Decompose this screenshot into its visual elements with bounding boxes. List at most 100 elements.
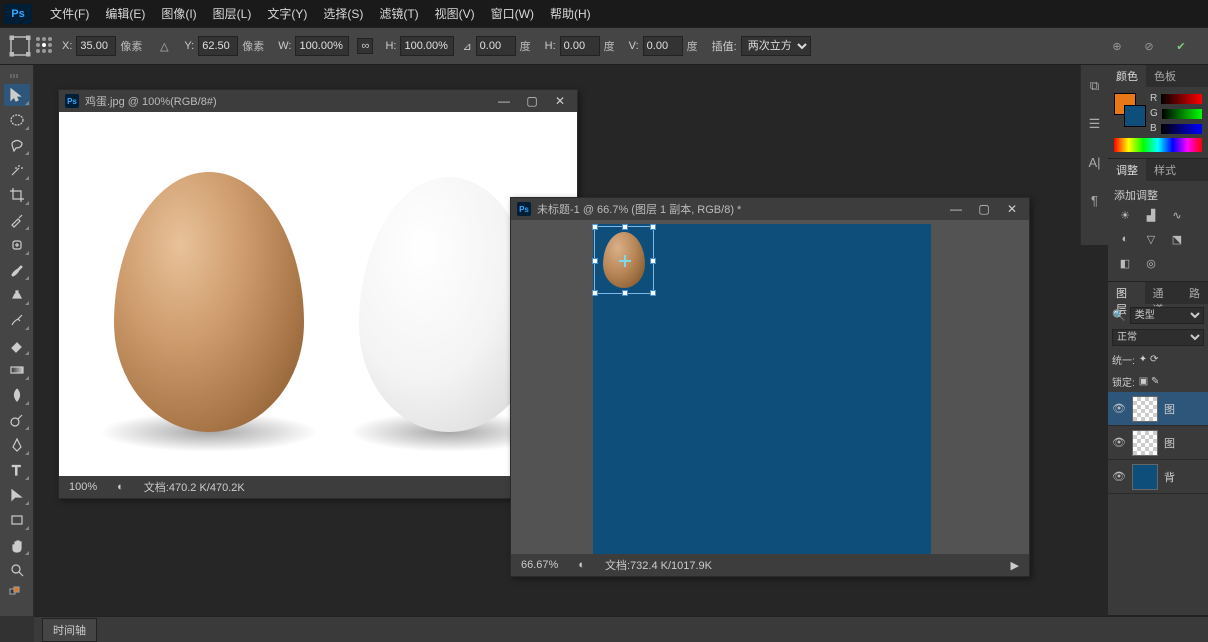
layer-row[interactable]: 👁 图 bbox=[1108, 426, 1208, 460]
zoom-value[interactable]: 100% bbox=[69, 481, 97, 493]
layer-filter-select[interactable]: 类型 bbox=[1130, 307, 1204, 324]
layer-row[interactable]: 👁 背 bbox=[1108, 460, 1208, 494]
skew-h-input[interactable] bbox=[560, 36, 600, 56]
w-input[interactable] bbox=[295, 36, 349, 56]
tab-channels[interactable]: 通道 bbox=[1145, 282, 1182, 304]
pen-tool[interactable] bbox=[4, 434, 30, 456]
reference-point-grid[interactable] bbox=[36, 37, 54, 55]
transform-bounding-box[interactable] bbox=[594, 226, 654, 294]
menu-view[interactable]: 视图(V) bbox=[427, 1, 483, 26]
angle-input[interactable] bbox=[476, 36, 516, 56]
curves-icon[interactable]: ∿ bbox=[1168, 207, 1186, 223]
path-selection-tool[interactable] bbox=[4, 484, 30, 506]
layer-thumb[interactable] bbox=[1132, 396, 1158, 422]
toolbox-grip[interactable] bbox=[10, 74, 24, 78]
handle-n[interactable] bbox=[622, 224, 628, 230]
skew-v-input[interactable] bbox=[643, 36, 683, 56]
canvas-untitled[interactable] bbox=[511, 220, 1029, 554]
menu-window[interactable]: 窗口(W) bbox=[483, 1, 542, 26]
maximize-button[interactable]: ▢ bbox=[521, 93, 543, 109]
lock-icons[interactable]: ▣ ✎ bbox=[1139, 376, 1160, 387]
gradient-tool[interactable] bbox=[4, 359, 30, 381]
layer-thumb[interactable] bbox=[1132, 430, 1158, 456]
shape-tool[interactable] bbox=[4, 509, 30, 531]
tab-color[interactable]: 颜色 bbox=[1108, 65, 1146, 87]
minimize-button[interactable]: — bbox=[493, 93, 515, 109]
tab-styles[interactable]: 样式 bbox=[1146, 159, 1184, 181]
eyedropper-tool[interactable] bbox=[4, 209, 30, 231]
handle-ne[interactable] bbox=[650, 224, 656, 230]
visibility-icon[interactable]: 👁 bbox=[1112, 436, 1126, 449]
menu-file[interactable]: 文件(F) bbox=[42, 1, 97, 26]
exposure-icon[interactable]: ◐ bbox=[1116, 231, 1134, 247]
layer-thumb[interactable] bbox=[1132, 464, 1158, 490]
menu-edit[interactable]: 编辑(E) bbox=[97, 1, 153, 26]
menu-select[interactable]: 选择(S) bbox=[315, 1, 371, 26]
dodge-tool[interactable] bbox=[4, 409, 30, 431]
menu-image[interactable]: 图像(I) bbox=[153, 1, 204, 26]
visibility-icon[interactable]: 👁 bbox=[1112, 402, 1126, 415]
history-panel-icon[interactable]: ⧉ bbox=[1086, 77, 1104, 95]
hue-sat-icon[interactable]: ⬔ bbox=[1168, 231, 1186, 247]
handle-se[interactable] bbox=[650, 290, 656, 296]
blend-mode-select[interactable]: 正常 bbox=[1112, 329, 1204, 346]
b-slider[interactable] bbox=[1161, 124, 1202, 134]
r-slider[interactable] bbox=[1161, 94, 1202, 104]
commit-transform-icon[interactable]: ✔ bbox=[1172, 37, 1190, 55]
tab-swatches[interactable]: 色板 bbox=[1146, 65, 1184, 87]
layer-name[interactable]: 图 bbox=[1164, 435, 1175, 451]
handle-e[interactable] bbox=[650, 258, 656, 264]
photo-filter-icon[interactable]: ◎ bbox=[1142, 255, 1160, 271]
tab-adjustments[interactable]: 调整 bbox=[1108, 159, 1146, 181]
background-swatch[interactable] bbox=[1124, 105, 1146, 127]
y-input[interactable] bbox=[198, 36, 238, 56]
lasso-tool[interactable] bbox=[4, 134, 30, 156]
unify-icons[interactable]: ✦ ⟳ bbox=[1139, 354, 1159, 365]
move-tool[interactable] bbox=[4, 84, 30, 106]
visibility-icon[interactable]: 👁 bbox=[1112, 470, 1126, 483]
layer-name[interactable]: 背 bbox=[1164, 469, 1175, 485]
tab-layers[interactable]: 图层 bbox=[1108, 282, 1145, 304]
eraser-tool[interactable] bbox=[4, 334, 30, 356]
docinfo-icon[interactable]: ◐ bbox=[117, 481, 124, 493]
menu-filter[interactable]: 滤镜(T) bbox=[371, 1, 426, 26]
h-input[interactable] bbox=[400, 36, 454, 56]
marquee-tool[interactable] bbox=[4, 109, 30, 131]
type-tool[interactable]: T bbox=[4, 459, 30, 481]
transform-center-icon[interactable] bbox=[619, 255, 631, 267]
history-brush-tool[interactable] bbox=[4, 309, 30, 331]
statusbar-play-icon[interactable]: ▶ bbox=[1011, 559, 1019, 572]
color-swap-icon[interactable] bbox=[4, 584, 30, 598]
warp-icon[interactable]: ⊕ bbox=[1108, 37, 1126, 55]
docinfo-icon[interactable]: ◐ bbox=[578, 559, 585, 571]
menu-help[interactable]: 帮助(H) bbox=[542, 1, 599, 26]
tab-paths[interactable]: 路 bbox=[1181, 282, 1208, 304]
menu-layer[interactable]: 图层(L) bbox=[205, 1, 260, 26]
brush-tool[interactable] bbox=[4, 259, 30, 281]
character-panel-icon[interactable]: A| bbox=[1086, 153, 1104, 171]
magic-wand-tool[interactable] bbox=[4, 159, 30, 181]
canvas-egg[interactable] bbox=[59, 112, 577, 476]
spectrum-bar[interactable] bbox=[1114, 138, 1202, 152]
document-window-untitled[interactable]: Ps 未标题-1 @ 66.7% (图层 1 副本, RGB/8) * — ▢ … bbox=[510, 197, 1030, 577]
paragraph-panel-icon[interactable]: ¶ bbox=[1086, 191, 1104, 209]
handle-nw[interactable] bbox=[592, 224, 598, 230]
minimize-button[interactable]: — bbox=[945, 201, 967, 217]
swap-xy-icon[interactable]: △ bbox=[152, 34, 176, 58]
properties-panel-icon[interactable]: ☰ bbox=[1086, 115, 1104, 133]
maximize-button[interactable]: ▢ bbox=[973, 201, 995, 217]
crop-tool[interactable] bbox=[4, 184, 30, 206]
hand-tool[interactable] bbox=[4, 534, 30, 556]
titlebar-egg[interactable]: Ps 鸡蛋.jpg @ 100%(RGB/8#) — ▢ ✕ bbox=[59, 90, 577, 112]
clone-stamp-tool[interactable] bbox=[4, 284, 30, 306]
tab-timeline[interactable]: 时间轴 bbox=[42, 618, 97, 642]
close-button[interactable]: ✕ bbox=[549, 93, 571, 109]
close-button[interactable]: ✕ bbox=[1001, 201, 1023, 217]
handle-w[interactable] bbox=[592, 258, 598, 264]
layer-name[interactable]: 图 bbox=[1164, 401, 1175, 417]
bw-icon[interactable]: ◧ bbox=[1116, 255, 1134, 271]
cancel-transform-icon[interactable]: ⊘ bbox=[1140, 37, 1158, 55]
x-input[interactable] bbox=[76, 36, 116, 56]
g-slider[interactable] bbox=[1162, 109, 1202, 119]
levels-icon[interactable]: ▟ bbox=[1142, 207, 1160, 223]
